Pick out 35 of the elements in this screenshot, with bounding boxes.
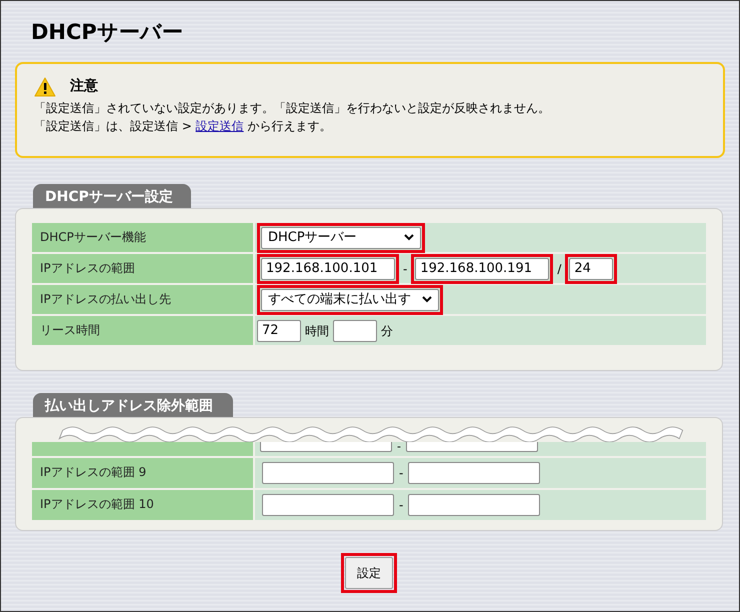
warning-icon <box>34 76 56 96</box>
caret-icon <box>422 296 432 303</box>
label-cell: IPアドレスの範囲 <box>32 254 255 283</box>
dropdown[interactable]: DHCPサーバー <box>261 226 421 248</box>
separator: - <box>403 260 408 278</box>
settings-link[interactable]: 設定送信 <box>196 119 244 133</box>
submit-button[interactable]: 設定 <box>345 557 393 589</box>
label-cell: DHCPサーバー機能 <box>32 223 255 252</box>
input-field[interactable] <box>406 442 538 452</box>
label-cell: IPアドレスの払い出し先 <box>32 285 255 314</box>
input-field[interactable] <box>260 442 392 452</box>
notice-heading: 注意 <box>70 76 98 96</box>
label-cell: IPアドレスの範囲 10 <box>32 490 255 520</box>
input-field[interactable]: 72 <box>257 320 301 342</box>
dropdown[interactable]: すべての端末に払い出す <box>261 288 439 310</box>
input-field[interactable]: 192.168.100.191 <box>415 258 550 280</box>
input-field[interactable] <box>262 462 394 484</box>
label-cell: リース時間 <box>32 316 255 345</box>
separator: - <box>399 465 404 482</box>
input-field[interactable] <box>262 494 394 516</box>
separator: - <box>397 442 401 452</box>
input-field[interactable] <box>333 320 377 342</box>
unit-label: 時間 <box>305 322 329 340</box>
input-field[interactable] <box>408 462 540 484</box>
page-title: DHCPサーバー <box>31 19 183 46</box>
notice-text: 「設定送信」は、設定送信 > 設定送信 から行えます。 <box>34 118 333 135</box>
input-field[interactable]: 192.168.100.101 <box>261 258 395 280</box>
separator: - <box>399 497 404 514</box>
input-field[interactable] <box>408 494 540 516</box>
label-cell: IPアドレスの範囲 9 <box>32 458 255 488</box>
input-field[interactable]: 24 <box>569 258 614 280</box>
separator: / <box>557 260 562 278</box>
notice-text: 「設定送信」されていない設定があります。「設定送信」を行わないと設定が反映されません。 <box>34 100 551 117</box>
caret-icon <box>404 234 414 241</box>
unit-label: 分 <box>381 322 393 340</box>
